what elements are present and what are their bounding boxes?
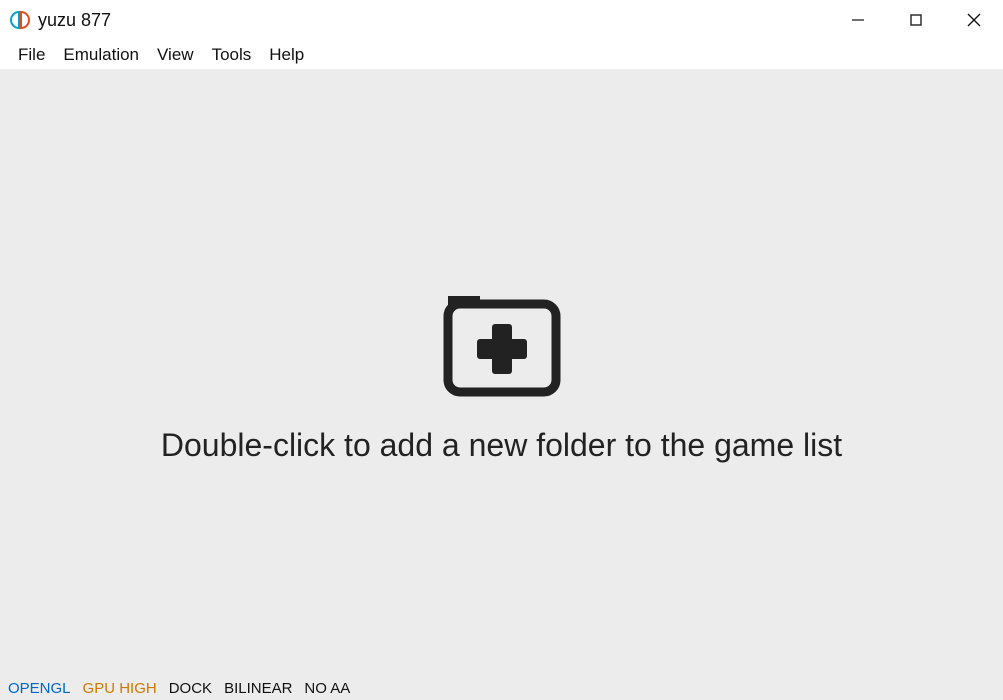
status-filter[interactable]: BILINEAR <box>224 680 292 697</box>
menubar: File Emulation View Tools Help <box>0 40 1003 70</box>
maximize-button[interactable] <box>887 0 945 40</box>
window-controls <box>829 0 1003 40</box>
add-folder-icon <box>432 282 572 407</box>
menu-tools[interactable]: Tools <box>204 41 260 69</box>
status-dock[interactable]: DOCK <box>169 680 212 697</box>
menu-help[interactable]: Help <box>261 41 312 69</box>
statusbar: OPENGL GPU HIGH DOCK BILINEAR NO AA <box>0 676 1003 700</box>
minimize-button[interactable] <box>829 0 887 40</box>
empty-prompt-text: Double-click to add a new folder to the … <box>161 427 842 464</box>
menu-view[interactable]: View <box>149 41 202 69</box>
app-icon <box>10 10 30 30</box>
titlebar-left: yuzu 877 <box>10 10 111 31</box>
menu-file[interactable]: File <box>10 41 53 69</box>
status-gpu-accuracy[interactable]: GPU HIGH <box>83 680 157 697</box>
game-list-empty-area[interactable]: Double-click to add a new folder to the … <box>0 70 1003 676</box>
window-title: yuzu 877 <box>38 10 111 31</box>
status-aa[interactable]: NO AA <box>304 680 350 697</box>
menu-emulation[interactable]: Emulation <box>55 41 147 69</box>
window: yuzu 877 File Emulation View Tools Help <box>0 0 1003 700</box>
status-renderer[interactable]: OPENGL <box>8 680 71 697</box>
close-button[interactable] <box>945 0 1003 40</box>
titlebar: yuzu 877 <box>0 0 1003 40</box>
